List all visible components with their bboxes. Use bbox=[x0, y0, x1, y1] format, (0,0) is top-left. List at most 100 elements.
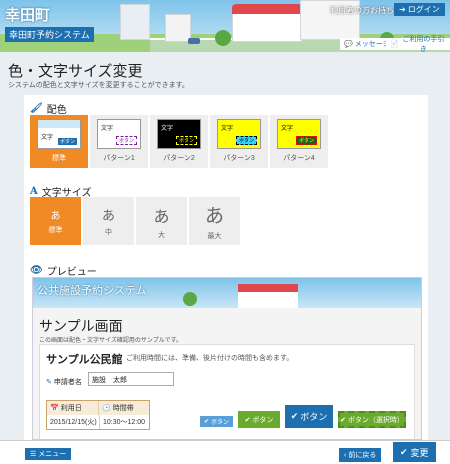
scheme-thumbnail: 文字 ボタン bbox=[37, 119, 81, 149]
preview-blue-button[interactable]: ✔ ボタン bbox=[285, 405, 333, 428]
back-arrow-icon: ‹ bbox=[344, 451, 347, 459]
change-button[interactable]: ✔ 変更 bbox=[393, 442, 436, 462]
header-time-label: 時間帯 bbox=[112, 405, 134, 412]
font-size-list: あ 標準 あ 中 あ 大 あ 最大 bbox=[30, 197, 240, 245]
scheme-text: 文字 bbox=[281, 126, 294, 132]
chat-icon: 💬 bbox=[344, 41, 353, 48]
scheme-pattern2[interactable]: 文字 ボタン パターン2 bbox=[150, 115, 208, 168]
preview-roof bbox=[238, 284, 298, 292]
check-icon: ✔ bbox=[203, 419, 209, 425]
settings-panel: 🖌 配色 文字 ボタン 標準 文字 ボタン パターン1 文字 ボタン パターン2 bbox=[24, 95, 428, 440]
header-banner: 幸田町 幸田町予約システム 利用者の方お持ちの方 ➜ ログイン 💬 メッセージ … bbox=[0, 0, 450, 52]
preview-frame: 公共施設予約システム サンプル画面 この画面は配色・文字サイズ確認用のサンプルで… bbox=[32, 277, 422, 440]
size-medium[interactable]: あ 中 bbox=[83, 197, 134, 245]
size-large[interactable]: あ 大 bbox=[136, 197, 187, 245]
check-icon: ✔ bbox=[400, 446, 408, 457]
preview-banner: 公共施設予約システム bbox=[33, 278, 421, 308]
preview-green-label: ボタン bbox=[252, 416, 274, 424]
footer-bar: ☰ メニュー ‹ 前に戻る ✔ 変更 bbox=[0, 440, 450, 464]
preview-banner-title: 公共施設予約システム bbox=[37, 285, 147, 297]
scheme-text: 文字 bbox=[221, 126, 234, 132]
applicant-label-text: 申請者名 bbox=[53, 379, 82, 386]
login-icon: ➜ bbox=[399, 5, 406, 14]
site-title: 幸田町 bbox=[5, 7, 51, 24]
check-icon: ✔ bbox=[290, 411, 299, 421]
preview-title: サンプル画面 bbox=[39, 318, 123, 334]
page-title: 色・文字サイズ変更 bbox=[8, 63, 143, 80]
guide-label: ご利用の手引き bbox=[402, 36, 445, 52]
preview-heading-label: プレビュー bbox=[46, 267, 97, 278]
preview-small-button[interactable]: ✔ ボタン bbox=[200, 416, 233, 427]
banner-tree bbox=[215, 30, 231, 46]
preview-applicant-input[interactable]: 施設 太郎 bbox=[88, 372, 174, 386]
scheme-button: ボタン bbox=[175, 136, 197, 145]
scheme-label: パターン3 bbox=[223, 155, 255, 162]
scheme-button: ボタン bbox=[57, 138, 77, 145]
size-label: 中 bbox=[105, 229, 112, 236]
scheme-thumbnail: 文字 ボタン bbox=[157, 119, 201, 149]
size-sample-char: あ bbox=[153, 208, 170, 226]
preview-green-button[interactable]: ✔ ボタン bbox=[238, 411, 280, 428]
scheme-pattern1[interactable]: 文字 ボタン パターン1 bbox=[90, 115, 148, 168]
eye-icon: 👁 bbox=[30, 265, 43, 276]
scheme-label: 標準 bbox=[52, 155, 66, 162]
guide-button[interactable]: 📄 ご利用の手引き bbox=[386, 36, 450, 52]
color-section-heading: 🖌 配色 bbox=[30, 101, 67, 116]
scheme-thumbnail: 文字 ボタン bbox=[97, 119, 141, 149]
size-label: 最大 bbox=[207, 233, 222, 240]
preview-facility-name: サンプル公民館 bbox=[46, 354, 123, 366]
scheme-label: パターン4 bbox=[283, 155, 315, 162]
login-button[interactable]: ➜ ログイン bbox=[394, 3, 445, 16]
scheme-button: ボタン bbox=[295, 136, 317, 145]
cell-time: 10:30～12:00 bbox=[99, 415, 149, 429]
preview-section-heading: 👁 プレビュー bbox=[30, 263, 97, 278]
menu-label: メニュー bbox=[38, 451, 67, 458]
table-header-time: 🕒 時間帯 bbox=[97, 401, 149, 415]
table-row: 2015/12/15(火) 10:30～12:00 bbox=[47, 415, 149, 429]
header-date-label: 利用日 bbox=[60, 405, 82, 412]
scheme-button: ボタン bbox=[235, 136, 257, 145]
check-icon: ✔ bbox=[340, 416, 346, 424]
size-standard[interactable]: あ 標準 bbox=[30, 197, 81, 245]
pencil-icon: ✎ bbox=[46, 379, 52, 386]
scheme-thumbnail: 文字 ボタン bbox=[217, 119, 261, 149]
size-largest[interactable]: あ 最大 bbox=[189, 197, 240, 245]
preview-selected-button[interactable]: ✔ ボタン（選択時） bbox=[338, 411, 406, 428]
scheme-pattern3[interactable]: 文字 ボタン パターン3 bbox=[210, 115, 268, 168]
calendar-icon: 📅 bbox=[50, 405, 59, 412]
preview-applicant-label: ✎ 申請者名 bbox=[46, 377, 82, 387]
scheme-label: パターン2 bbox=[163, 155, 195, 162]
preview-tree bbox=[183, 292, 197, 306]
table-header-date: 📅 利用日 bbox=[47, 401, 98, 415]
scheme-standard[interactable]: 文字 ボタン 標準 bbox=[30, 115, 88, 168]
preview-facility-note: ご利用時間には、準備、後片付けの時間も含めます。 bbox=[126, 355, 294, 362]
size-sample-char: あ bbox=[101, 208, 115, 223]
scheme-button: ボタン bbox=[115, 136, 137, 145]
preview-card: サンプル公民館 ご利用時間には、準備、後片付けの時間も含めます。 ✎ 申請者名 … bbox=[39, 344, 415, 439]
scheme-pattern4[interactable]: 文字 ボタン パターン4 bbox=[270, 115, 328, 168]
page-description: システムの配色と文字サイズを変更することができます。 bbox=[8, 82, 189, 89]
size-label: 標準 bbox=[48, 227, 63, 234]
scheme-text: 文字 bbox=[41, 135, 54, 141]
font-size-icon: A bbox=[30, 186, 38, 197]
color-heading-label: 配色 bbox=[46, 105, 67, 116]
login-label: ログイン bbox=[407, 5, 440, 14]
change-label: 変更 bbox=[410, 447, 429, 458]
scheme-thumbnail: 文字 ボタン bbox=[277, 119, 321, 149]
menu-button[interactable]: ☰ メニュー bbox=[25, 448, 72, 460]
size-sample-char: あ bbox=[204, 206, 224, 227]
site-logo[interactable]: 幸田町 幸田町予約システム bbox=[5, 4, 94, 43]
size-sample-char: あ bbox=[50, 211, 61, 222]
preview-description: この画面は配色・文字サイズ確認用のサンプルです。 bbox=[39, 338, 183, 344]
color-scheme-list: 文字 ボタン 標準 文字 ボタン パターン1 文字 ボタン パターン2 文字 ボ… bbox=[30, 115, 328, 168]
banner-building bbox=[165, 14, 191, 42]
message-label: メッセージ bbox=[354, 41, 390, 48]
back-button[interactable]: ‹ 前に戻る bbox=[339, 448, 382, 462]
cell-date: 2015/12/15(火) bbox=[50, 419, 97, 426]
preview-selected-label: ボタン（選択時） bbox=[347, 416, 404, 424]
preview-blue-label: ボタン bbox=[300, 412, 328, 422]
preview-small-label: ボタン bbox=[211, 420, 230, 426]
table-header-row: 📅 利用日 🕒 時間帯 bbox=[47, 401, 149, 415]
banner-car bbox=[188, 38, 200, 44]
scheme-text: 文字 bbox=[101, 126, 114, 132]
